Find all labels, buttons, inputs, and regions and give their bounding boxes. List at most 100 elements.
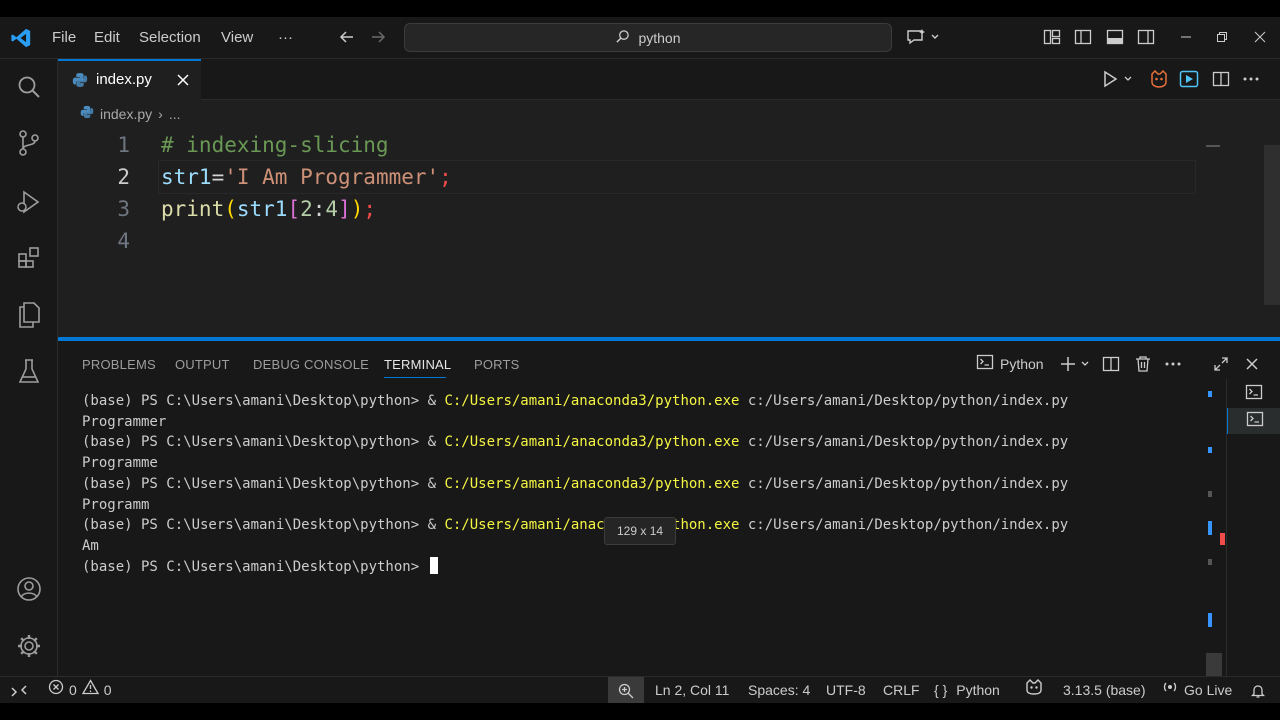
breadcrumb: index.py › ...	[80, 105, 181, 122]
cursor-position[interactable]: Ln 2, Col 11	[655, 677, 729, 703]
forward-arrow-icon[interactable]	[367, 26, 389, 48]
toggle-primary-sidebar-icon[interactable]	[1073, 27, 1093, 47]
copilot-chat-icon[interactable]	[905, 26, 941, 48]
terminal-line: (base) PS C:\Users\amani\Desktop\python>…	[82, 434, 1069, 451]
terminal-icon	[976, 354, 994, 375]
line-number: 3	[117, 197, 130, 221]
tab-debug-console[interactable]: DEBUG CONSOLE	[253, 357, 369, 372]
bell-icon[interactable]	[1250, 677, 1266, 703]
broadcast-icon	[1161, 677, 1179, 703]
bottom-panel: PROBLEMS OUTPUT DEBUG CONSOLE TERMINAL P…	[58, 337, 1280, 680]
terminal-profile-label: Python	[1000, 356, 1044, 372]
window-close-icon[interactable]	[1250, 27, 1270, 47]
terminal-icon	[1245, 384, 1263, 405]
copilot-icon[interactable]	[1148, 69, 1170, 89]
breadcrumb-symbols[interactable]: ...	[169, 106, 181, 122]
tab-terminal[interactable]: TERMINAL	[384, 357, 451, 372]
trash-icon[interactable]	[1132, 353, 1154, 375]
new-terminal-icon[interactable]	[1058, 353, 1098, 375]
terminal-instance[interactable]	[1227, 381, 1280, 407]
close-panel-icon[interactable]	[1241, 353, 1263, 375]
explorer-icon[interactable]	[0, 295, 57, 335]
go-live-label: Go Live	[1184, 682, 1233, 698]
tab-label: index.py	[96, 71, 152, 88]
code-editor[interactable]: 1 # indexing-slicing 2 str1='I Am Progra…	[58, 129, 1280, 337]
maximize-icon[interactable]	[1210, 353, 1232, 375]
problems-status[interactable]: 0 0	[48, 677, 112, 703]
search-icon	[615, 29, 630, 47]
code-line: 3 print(str1[2:4]);	[58, 193, 1198, 225]
customize-layout-icon[interactable]	[1042, 27, 1062, 47]
remote-icon[interactable]	[10, 677, 28, 703]
toggle-panel-icon[interactable]	[1105, 27, 1125, 47]
extensions-icon[interactable]	[0, 237, 57, 277]
minimap[interactable]	[1206, 145, 1220, 147]
source-control-icon[interactable]	[0, 123, 57, 163]
split-editor-icon[interactable]	[1210, 69, 1232, 89]
zoom-icon[interactable]	[608, 677, 644, 703]
code-text: # indexing-slicing	[161, 133, 389, 157]
terminal-profile[interactable]: Python	[976, 353, 1044, 375]
close-icon[interactable]	[176, 73, 190, 92]
code-line: 2 str1='I Am Programmer';	[58, 161, 1198, 193]
menu-file[interactable]: File	[52, 17, 76, 58]
interpreter[interactable]: 3.13.5 (base)	[1024, 677, 1146, 703]
code-text: str1='I Am Programmer';	[161, 165, 452, 189]
warning-count: 0	[103, 682, 112, 698]
more-actions-icon[interactable]	[1162, 353, 1184, 375]
account-icon[interactable]	[0, 569, 57, 609]
error-marker	[1220, 533, 1225, 545]
terminal-icon	[1246, 411, 1264, 432]
line-number: 2	[117, 165, 130, 189]
terminal-instance[interactable]	[1227, 408, 1280, 434]
activity-bar	[0, 59, 58, 676]
more-actions-icon[interactable]	[1240, 69, 1262, 89]
indentation[interactable]: Spaces: 4	[748, 677, 810, 703]
line-number: 1	[117, 133, 130, 157]
menu-selection[interactable]: Selection	[139, 17, 201, 58]
testing-icon[interactable]	[0, 352, 57, 392]
menu-edit[interactable]: Edit	[94, 17, 120, 58]
split-terminal-icon[interactable]	[1100, 353, 1122, 375]
terminal-line: Am	[82, 537, 99, 554]
code-text: print(str1[2:4]);	[161, 197, 377, 221]
encoding[interactable]: UTF-8	[826, 677, 866, 703]
active-tab-underline	[384, 377, 446, 378]
search-icon[interactable]	[0, 67, 57, 107]
toggle-secondary-sidebar-icon[interactable]	[1136, 27, 1156, 47]
back-arrow-icon[interactable]	[336, 26, 358, 48]
language-mode[interactable]: { } Python	[934, 677, 1000, 703]
tab-problems[interactable]: PROBLEMS	[82, 357, 156, 372]
title-bar: File Edit Selection View ··· python	[0, 17, 1280, 59]
minimize-icon[interactable]	[1176, 27, 1196, 47]
vscode-logo-icon	[8, 25, 34, 51]
code-line: 1 # indexing-slicing	[58, 129, 1198, 161]
terminal-line: (base) PS C:\Users\amani\Desktop\python>…	[82, 517, 1069, 534]
terminal-output[interactable]: (base) PS C:\Users\amani\Desktop\python>…	[82, 391, 1068, 577]
tab-index-py[interactable]: index.py	[58, 59, 201, 100]
terminal-line: Programm	[82, 496, 150, 513]
error-count: 0	[69, 682, 77, 698]
menu-view[interactable]: View	[221, 17, 253, 58]
editor-scrollbar[interactable]	[1264, 145, 1280, 305]
tab-output[interactable]: OUTPUT	[175, 357, 230, 372]
error-icon	[48, 677, 64, 703]
code-line: 4	[58, 225, 1198, 257]
restore-icon[interactable]	[1212, 27, 1232, 47]
menu-more[interactable]: ···	[278, 17, 293, 58]
line-endings[interactable]: CRLF	[883, 677, 920, 703]
go-live[interactable]: Go Live	[1161, 677, 1232, 703]
live-preview-icon[interactable]	[1178, 69, 1200, 89]
run-icon[interactable]	[1100, 69, 1136, 89]
breadcrumb-file[interactable]: index.py	[100, 106, 152, 122]
warning-icon	[81, 677, 99, 703]
python-file-icon	[80, 105, 94, 122]
settings-gear-icon[interactable]	[0, 626, 57, 666]
braces-icon: { }	[934, 682, 948, 698]
terminal-cursor	[429, 556, 438, 574]
command-center-search[interactable]: python	[404, 23, 892, 52]
tab-ports[interactable]: PORTS	[474, 357, 520, 372]
terminal-scrollbar[interactable]	[1206, 391, 1222, 677]
run-debug-icon[interactable]	[0, 182, 57, 222]
vscode-window: File Edit Selection View ··· python inde…	[0, 17, 1280, 703]
